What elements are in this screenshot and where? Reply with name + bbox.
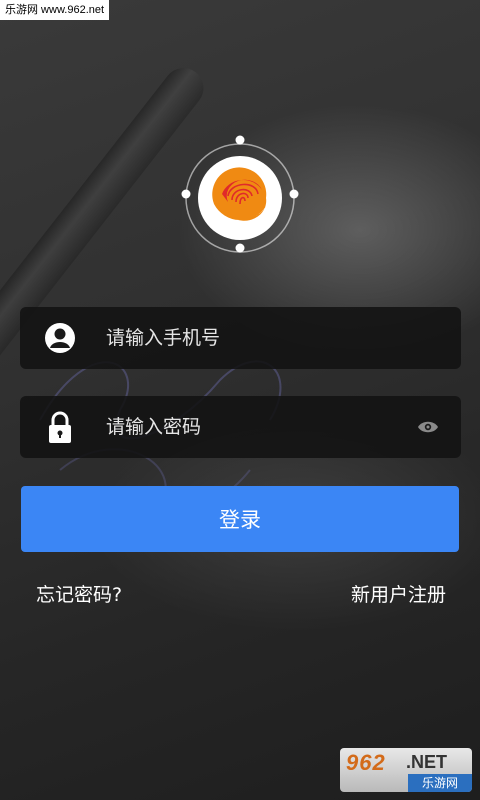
password-field[interactable] bbox=[20, 396, 461, 458]
app-logo bbox=[170, 128, 310, 268]
phone-input[interactable] bbox=[106, 327, 461, 349]
badge-number: 962 bbox=[346, 750, 386, 775]
badge-site-name: 乐游网 bbox=[408, 774, 472, 792]
password-input[interactable] bbox=[106, 416, 413, 438]
site-badge: 962 .NET 乐游网 bbox=[340, 748, 472, 792]
user-avatar-icon bbox=[40, 318, 80, 358]
lock-icon bbox=[40, 407, 80, 447]
login-button[interactable]: 登录 bbox=[21, 486, 459, 552]
badge-suffix: .NET bbox=[406, 752, 448, 772]
logo-dot-left bbox=[181, 189, 191, 199]
watermark-label: 乐游网 www.962.net bbox=[0, 0, 110, 20]
forgot-password-link[interactable]: 忘记密码? bbox=[36, 580, 122, 607]
logo-dot-right bbox=[289, 189, 299, 199]
register-link[interactable]: 新用户注册 bbox=[351, 580, 446, 607]
logo-dot-bottom bbox=[235, 243, 245, 253]
eye-icon[interactable] bbox=[413, 412, 443, 442]
phone-field[interactable] bbox=[20, 307, 461, 369]
logo-dot-top bbox=[235, 135, 245, 145]
